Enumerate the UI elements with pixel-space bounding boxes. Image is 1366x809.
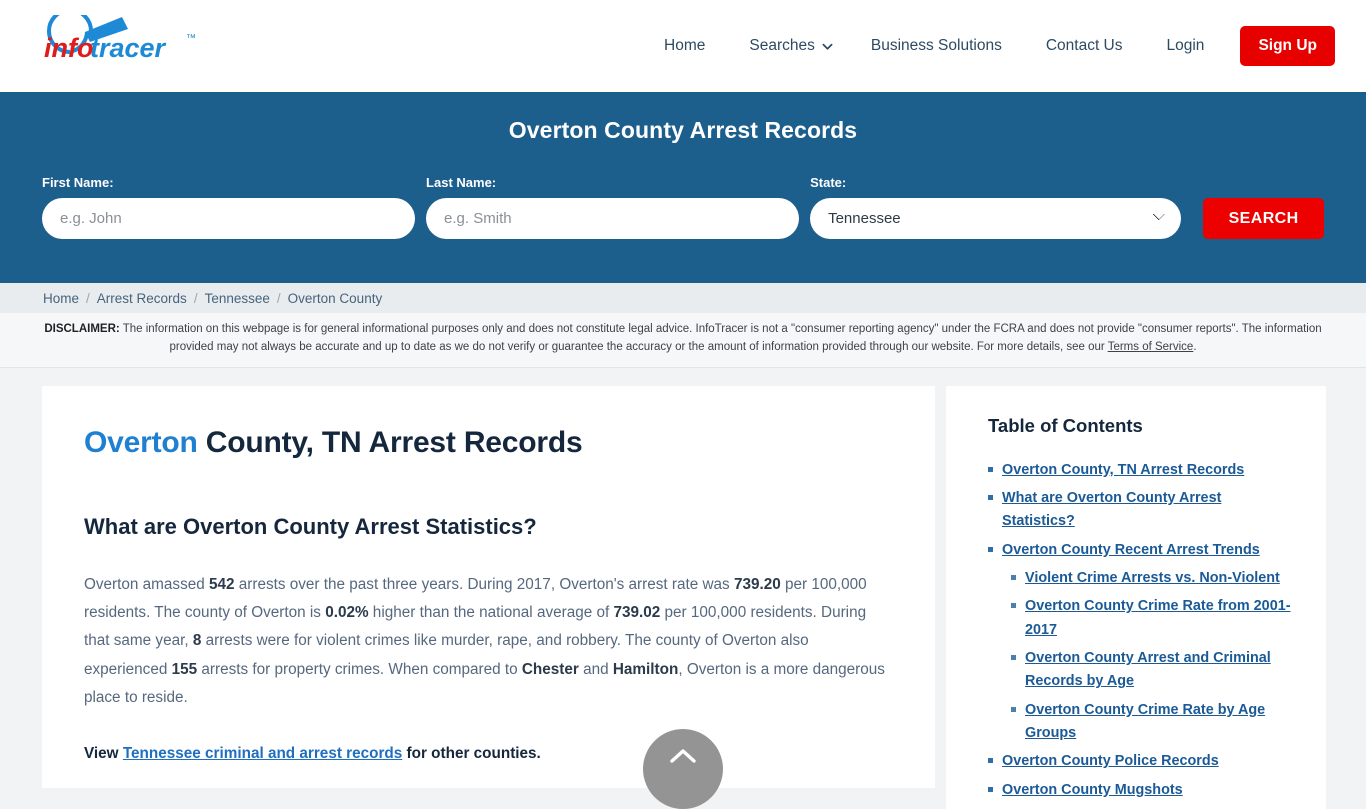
nav-item-business-solutions[interactable]: Business Solutions	[849, 37, 1024, 55]
bullet-icon	[1011, 574, 1016, 580]
stat-arrest-rate: 739.20	[733, 575, 781, 593]
article-title: Overton County, TN Arrest Records	[84, 426, 891, 460]
bullet-icon	[988, 466, 993, 472]
last-name-field-group: Last Name:	[426, 175, 800, 239]
first-name-field-group: First Name:	[42, 175, 416, 239]
toc-subitem: Overton County Crime Rate from 2001-2017	[1011, 595, 1298, 642]
text-fragment: Overton amassed	[84, 575, 209, 593]
main-article-card: Overton County, TN Arrest Records What a…	[42, 385, 935, 788]
sign-up-button[interactable]: Sign Up	[1240, 26, 1335, 66]
chevron-down-icon	[822, 41, 833, 52]
toc-link-violent-vs-nonviolent[interactable]: Violent Crime Arrests vs. Non-Violent	[1025, 567, 1280, 590]
nav-label: Contact Us	[1045, 37, 1123, 54]
breadcrumb-item-overton-county[interactable]: Overton County	[288, 291, 383, 306]
table-of-contents-card: Table of Contents Overton County, TN Arr…	[946, 385, 1326, 809]
nav-item-home[interactable]: Home	[642, 37, 727, 55]
bullet-icon	[988, 786, 993, 792]
last-name-label: Last Name:	[426, 175, 497, 190]
disclaimer-period: .	[1193, 340, 1197, 353]
main-navigation: Home Searches Business Solutions Contact…	[642, 26, 1335, 66]
bullet-icon	[988, 758, 993, 764]
page-heading: Overton County Arrest Records	[508, 117, 858, 143]
article-title-highlight: Overton	[84, 425, 198, 459]
breadcrumb: Home / Arrest Records / Tennessee / Over…	[0, 283, 1366, 313]
breadcrumb-separator: /	[276, 290, 281, 306]
first-name-label: First Name:	[42, 175, 114, 190]
article-title-rest: County, TN Arrest Records	[197, 425, 583, 459]
infotracer-logo[interactable]: info tracer ™	[40, 11, 240, 81]
toc-link-arrest-records[interactable]: Overton County, TN Arrest Records	[1002, 459, 1244, 482]
state-label: State:	[810, 175, 847, 190]
nav-label: Searches	[749, 37, 815, 54]
state-select[interactable]: Tennessee	[810, 198, 1182, 239]
toc-link-recent-arrest-trends[interactable]: Overton County Recent Arrest Trends	[1002, 539, 1260, 562]
breadcrumb-item-home[interactable]: Home	[43, 291, 79, 306]
last-name-input[interactable]	[426, 198, 800, 239]
bullet-icon	[1011, 603, 1016, 609]
nav-label: Home	[664, 37, 706, 54]
toc-subitem: Overton County Crime Rate by Age Groups	[1011, 699, 1298, 746]
text-fragment: arrests for property crimes. When compar…	[197, 660, 522, 678]
breadcrumb-separator: /	[193, 290, 198, 306]
nav-label: Business Solutions	[870, 37, 1002, 54]
statistics-paragraph: Overton amassed 542 arrests over the pas…	[84, 571, 891, 712]
bullet-icon	[1011, 706, 1016, 712]
toc-link-mugshots[interactable]: Overton County Mugshots	[1002, 779, 1183, 802]
toc-sublist: Violent Crime Arrests vs. Non-Violent Ov…	[1011, 567, 1298, 745]
toc-link-police-records[interactable]: Overton County Police Records	[1002, 750, 1219, 773]
view-prefix: View	[84, 745, 123, 763]
toc-link-crime-rate-2001-2017[interactable]: Overton County Crime Rate from 2001-2017	[1025, 595, 1298, 642]
bullet-icon	[988, 546, 993, 552]
toc-link-records-by-age[interactable]: Overton County Arrest and Criminal Recor…	[1025, 647, 1298, 694]
toc-list: Overton County, TN Arrest Records What a…	[988, 459, 1298, 802]
toc-item: What are Overton County Arrest Statistic…	[988, 487, 1298, 534]
tennessee-records-link[interactable]: Tennessee criminal and arrest records	[123, 745, 402, 762]
scroll-to-top-button[interactable]	[643, 729, 723, 809]
nav-item-searches[interactable]: Searches	[727, 37, 848, 55]
first-name-input[interactable]	[42, 198, 416, 239]
section-heading-statistics: What are Overton County Arrest Statistic…	[84, 513, 537, 539]
nav-item-login[interactable]: Login	[1145, 37, 1227, 55]
stat-national-average: 739.02	[613, 603, 661, 621]
toc-item: Overton County, TN Arrest Records	[988, 459, 1298, 482]
nav-item-contact-us[interactable]: Contact Us	[1024, 37, 1145, 55]
search-hero: Overton County Arrest Records First Name…	[0, 95, 1366, 283]
state-field-group: State: Tennessee	[810, 175, 1182, 239]
breadcrumb-separator: /	[86, 290, 90, 306]
search-form: First Name: Last Name: State: Tennessee …	[42, 175, 1324, 239]
toc-link-crime-rate-by-age-groups[interactable]: Overton County Crime Rate by Age Groups	[1025, 699, 1298, 746]
nav-label: Login	[1166, 37, 1205, 54]
toc-link-arrest-statistics[interactable]: What are Overton County Arrest Statistic…	[1002, 487, 1298, 534]
text-fragment: and	[578, 660, 613, 678]
toc-title: Table of Contents	[988, 414, 1143, 436]
breadcrumb-item-tennessee[interactable]: Tennessee	[205, 291, 270, 306]
svg-text:tracer: tracer	[90, 33, 167, 63]
view-suffix: for other counties.	[402, 745, 541, 763]
text-fragment: arrests over the past three years. Durin…	[234, 575, 734, 593]
toc-item: Overton County Recent Arrest Trends Viol…	[988, 539, 1298, 746]
compare-county-chester: Chester	[521, 660, 579, 678]
search-button[interactable]: SEARCH	[1203, 198, 1324, 239]
compare-county-hamilton: Hamilton	[612, 660, 679, 678]
disclaimer-banner: DISCLAIMER: The information on this webp…	[0, 313, 1366, 368]
disclaimer-lead: DISCLAIMER:	[44, 323, 120, 335]
text-fragment: higher than the national average of	[368, 603, 614, 621]
breadcrumb-item-arrest-records[interactable]: Arrest Records	[97, 291, 187, 306]
stat-total-arrests: 542	[208, 575, 235, 593]
svg-text:info: info	[44, 33, 93, 63]
toc-item: Overton County Mugshots	[988, 779, 1298, 802]
toc-item: Overton County Police Records	[988, 750, 1298, 773]
terms-of-service-link[interactable]: Terms of Service	[1108, 341, 1194, 353]
toc-subitem: Overton County Arrest and Criminal Recor…	[1011, 647, 1298, 694]
stat-percent-higher: 0.02%	[325, 603, 369, 621]
view-other-counties-line: View Tennessee criminal and arrest recor…	[84, 740, 891, 768]
toc-subitem: Violent Crime Arrests vs. Non-Violent	[1011, 567, 1298, 590]
bullet-icon	[1011, 654, 1016, 660]
site-header: info tracer ™ Home Searches Business Sol…	[0, 0, 1366, 95]
svg-text:™: ™	[186, 33, 196, 44]
bullet-icon	[988, 494, 993, 500]
stat-property-arrests: 155	[171, 660, 198, 678]
